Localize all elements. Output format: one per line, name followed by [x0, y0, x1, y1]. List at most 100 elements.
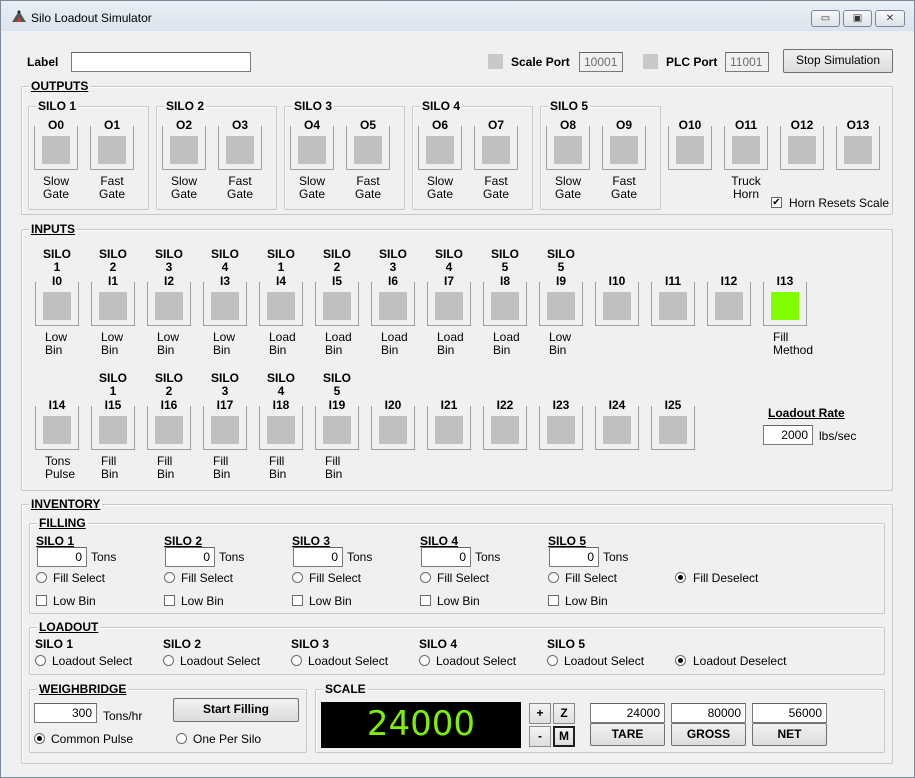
- scale-display: 24000: [321, 702, 521, 748]
- input-silo-number: 3: [389, 260, 397, 274]
- output-indicator-lamp: [732, 136, 760, 164]
- minimize-button[interactable]: ▭: [811, 10, 840, 27]
- fill-deselect-radio[interactable]: [675, 572, 686, 583]
- output-caption-line2: Gate: [354, 187, 381, 201]
- input-indicator-lamp: [323, 292, 351, 320]
- loadout-rate-input[interactable]: 2000: [763, 425, 813, 445]
- loadout-select-label: Loadout Select: [180, 654, 261, 668]
- loadout-select-radio[interactable]: [291, 655, 302, 666]
- input-caption-line2: Bin: [437, 343, 455, 357]
- filling-tons-input[interactable]: 0: [37, 547, 87, 567]
- output-indicator: O9: [602, 118, 646, 170]
- output-silo-title: SILO 3: [292, 99, 335, 113]
- output-caption-line2: Gate: [42, 187, 69, 201]
- filling-tons-input[interactable]: 0: [293, 547, 343, 567]
- gross-button[interactable]: GROSS: [671, 723, 746, 746]
- plc-port-input[interactable]: 11001: [725, 52, 769, 72]
- filling-tons-input[interactable]: 0: [421, 547, 471, 567]
- input-indicator: I14: [35, 398, 79, 450]
- loadout-select-radio[interactable]: [419, 655, 430, 666]
- low-bin-checkbox[interactable]: [164, 595, 175, 606]
- output-indicator-code: O11: [725, 118, 767, 132]
- input-silo-number: 4: [277, 384, 285, 398]
- loadout-deselect-label: Loadout Deselect: [693, 654, 787, 668]
- net-button[interactable]: NET: [752, 723, 827, 746]
- output-indicator-lamp: [298, 136, 326, 164]
- input-indicator-code: I5: [316, 274, 358, 288]
- scale-minus-button[interactable]: -: [529, 726, 551, 747]
- input-indicator-code: I6: [372, 274, 414, 288]
- maximize-button[interactable]: ▣: [843, 10, 872, 27]
- output-caption-line2: Horn: [732, 187, 759, 201]
- scale-manual-button[interactable]: M: [553, 726, 575, 747]
- fill-deselect-label: Fill Deselect: [693, 571, 759, 585]
- low-bin-checkbox[interactable]: [292, 595, 303, 606]
- low-bin-label: Low Bin: [181, 594, 224, 608]
- low-bin-checkbox[interactable]: [36, 595, 47, 606]
- filling-tons-unit: Tons: [91, 550, 117, 564]
- output-caption-line2: Gate: [554, 187, 581, 201]
- input-indicator-code: I4: [260, 274, 302, 288]
- input-indicator-lamp: [547, 292, 575, 320]
- input-indicator-lamp: [603, 292, 631, 320]
- loadout-select-radio[interactable]: [547, 655, 558, 666]
- input-caption-line2: Bin: [101, 343, 119, 357]
- output-indicator: O3: [218, 118, 262, 170]
- scale-zero-button[interactable]: Z: [553, 703, 575, 724]
- fill-select-radio[interactable]: [292, 572, 303, 583]
- output-indicator-code: O0: [35, 118, 77, 132]
- loadout-rate-unit: lbs/sec: [819, 429, 857, 443]
- input-silo-number: 5: [557, 260, 565, 274]
- output-silo-title: SILO 2: [164, 99, 207, 113]
- loadout-select-radio[interactable]: [35, 655, 46, 666]
- label-input[interactable]: [71, 52, 251, 72]
- output-caption-line2: Gate: [98, 187, 125, 201]
- filling-tons-input[interactable]: 0: [549, 547, 599, 567]
- input-indicator-code: I7: [428, 274, 470, 288]
- fill-select-radio[interactable]: [36, 572, 47, 583]
- common-pulse-radio[interactable]: [34, 733, 45, 744]
- input-indicator: I4: [259, 274, 303, 326]
- output-caption-line2: Gate: [482, 187, 509, 201]
- close-button[interactable]: ✕: [875, 10, 905, 27]
- plc-port-indicator: [643, 54, 658, 69]
- app-logo-icon: [12, 10, 26, 22]
- input-indicator-code: I8: [484, 274, 526, 288]
- scale-port-input[interactable]: 10001: [579, 52, 623, 72]
- stop-simulation-button[interactable]: Stop Simulation: [783, 49, 893, 73]
- input-indicator-lamp: [267, 292, 295, 320]
- loadout-select-radio[interactable]: [163, 655, 174, 666]
- scale-plus-button[interactable]: +: [529, 703, 551, 724]
- input-indicator-lamp: [715, 292, 743, 320]
- output-indicator-code: O1: [91, 118, 133, 132]
- loadout-select-label: Loadout Select: [52, 654, 133, 668]
- loadout-silo-title: SILO 3: [291, 637, 330, 651]
- loadout-select-label: Loadout Select: [308, 654, 389, 668]
- start-filling-button[interactable]: Start Filling: [173, 698, 299, 722]
- scale-port-label: Scale Port: [511, 55, 570, 69]
- output-indicator-lamp: [170, 136, 198, 164]
- output-indicator-code: O10: [669, 118, 711, 132]
- low-bin-checkbox[interactable]: [548, 595, 559, 606]
- fill-select-radio[interactable]: [420, 572, 431, 583]
- low-bin-checkbox[interactable]: [420, 595, 431, 606]
- low-bin-label: Low Bin: [565, 594, 608, 608]
- fill-select-radio[interactable]: [548, 572, 559, 583]
- fill-select-radio[interactable]: [164, 572, 175, 583]
- horn-resets-scale-checkbox[interactable]: ✔: [771, 197, 782, 208]
- window-title: Silo Loadout Simulator: [31, 11, 152, 25]
- input-indicator-lamp: [379, 292, 407, 320]
- input-indicator: I1: [91, 274, 135, 326]
- filling-silo-title: SILO 4: [420, 534, 459, 548]
- loadout-deselect-radio[interactable]: [675, 655, 686, 666]
- tare-button[interactable]: TARE: [590, 723, 665, 746]
- filling-tons-input[interactable]: 0: [165, 547, 215, 567]
- one-per-silo-radio[interactable]: [176, 733, 187, 744]
- input-indicator-lamp: [323, 416, 351, 444]
- weighbridge-rate-input[interactable]: 300: [34, 703, 97, 723]
- input-indicator: I20: [371, 398, 415, 450]
- input-indicator-lamp: [491, 416, 519, 444]
- loadout-silo-title: SILO 4: [419, 637, 458, 651]
- output-indicator: O2: [162, 118, 206, 170]
- filling-tons-unit: Tons: [347, 550, 373, 564]
